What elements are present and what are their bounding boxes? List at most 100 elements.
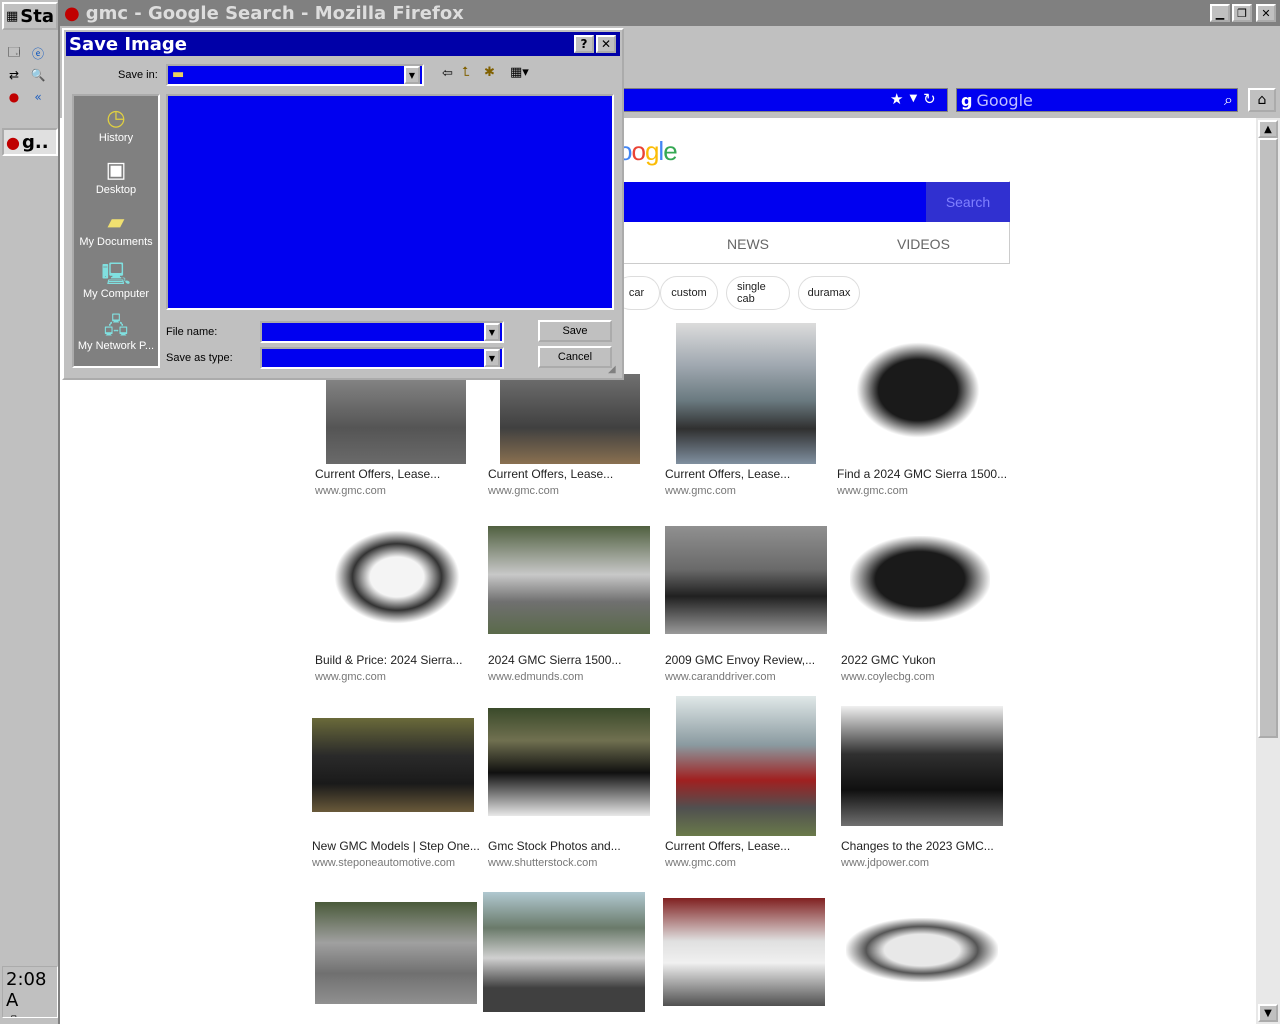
close-window-button[interactable]: ✕	[1256, 4, 1276, 22]
place-desktop[interactable]: ▣ Desktop	[74, 152, 158, 204]
cancel-button[interactable]: Cancel	[538, 346, 612, 368]
bookmark-star-icon[interactable]: ★	[890, 90, 903, 108]
chevron-down-icon[interactable]: ▼	[404, 66, 420, 84]
place-label: My Computer	[82, 288, 150, 300]
firefox-icon: ●	[6, 132, 20, 152]
tab-videos[interactable]: VIDEOS	[897, 236, 950, 252]
file-list[interactable]	[166, 94, 614, 310]
result-image[interactable]	[676, 323, 816, 464]
dropdown-icon[interactable]: ▼	[909, 90, 917, 108]
google-search-input[interactable]	[620, 182, 926, 222]
place-label: History	[98, 132, 134, 144]
place-my-documents[interactable]: ▰ My Documents	[74, 204, 158, 256]
scroll-up-button[interactable]: ▲	[1258, 120, 1278, 138]
view-menu-icon[interactable]: ▦▾	[510, 65, 529, 80]
back-icon[interactable]: ⇦	[442, 66, 453, 81]
save-as-type-label: Save as type:	[166, 352, 233, 364]
result-caption[interactable]: 2024 GMC Sierra 1500...	[488, 653, 621, 667]
result-caption[interactable]: Current Offers, Lease...	[315, 467, 440, 481]
result-caption[interactable]: Build & Price: 2024 Sierra...	[315, 653, 462, 667]
start-label: Sta	[20, 5, 55, 27]
up-folder-icon[interactable]: ⮤	[462, 65, 470, 80]
restore-button[interactable]: ❐	[1232, 4, 1252, 22]
result-domain: www.edmunds.com	[488, 671, 584, 683]
result-image[interactable]	[841, 706, 1003, 826]
result-caption[interactable]: New GMC Models | Step One...	[312, 839, 480, 853]
result-caption[interactable]: 2009 GMC Envoy Review,...	[665, 653, 815, 667]
save-as-type-dropdown[interactable]	[260, 347, 504, 369]
file-name-input[interactable]	[260, 321, 504, 343]
result-caption[interactable]: Changes to the 2023 GMC...	[841, 839, 994, 853]
result-caption[interactable]: Current Offers, Lease...	[665, 839, 790, 853]
search-computer-icon[interactable]: 🔍	[28, 66, 48, 84]
result-image[interactable]	[315, 902, 477, 1004]
result-image[interactable]	[334, 530, 460, 624]
result-image[interactable]	[500, 374, 640, 464]
place-my-network[interactable]: 🖧 My Network P...	[74, 308, 158, 360]
result-image[interactable]	[850, 536, 990, 622]
show-desktop-icon[interactable]: 🗔	[4, 44, 24, 62]
save-in-dropdown[interactable]: ▬	[166, 64, 424, 86]
firefox-quicklaunch-icon[interactable]: ●	[4, 88, 24, 106]
save-image-dialog: Save Image ? ✕ Save in: ▬ ▼ ⇦ ⮤ ✱ ▦▾ ◷ H…	[62, 28, 624, 380]
result-caption[interactable]: Current Offers, Lease...	[488, 467, 613, 481]
url-bar-icons: ★ ▼ ↻	[890, 90, 936, 108]
save-button[interactable]: Save	[538, 320, 612, 342]
result-caption[interactable]: Find a 2024 GMC Sierra 1500...	[837, 467, 1007, 481]
scroll-down-button[interactable]: ▼	[1258, 1004, 1278, 1022]
place-history[interactable]: ◷ History	[74, 100, 158, 152]
internet-explorer-icon[interactable]: ⓔ	[28, 44, 48, 62]
result-domain: www.gmc.com	[488, 485, 559, 497]
result-domain: www.gmc.com	[315, 671, 386, 683]
network-icon[interactable]: ⇄	[4, 66, 24, 84]
documents-folder-icon: ▰	[107, 209, 125, 234]
result-image[interactable]	[488, 708, 650, 816]
search-bar[interactable]: g Google ⌕	[956, 88, 1238, 112]
taskbar-item-firefox[interactable]: ● g..	[2, 128, 58, 156]
result-domain: www.gmc.com	[315, 485, 386, 497]
search-icon[interactable]: ⌕	[1224, 90, 1233, 110]
result-image[interactable]	[676, 696, 816, 836]
help-button[interactable]: ?	[574, 35, 594, 53]
clock: 2:08 A	[6, 969, 47, 1011]
start-button[interactable]: ▦ Sta	[2, 2, 58, 30]
result-image[interactable]	[665, 526, 827, 634]
place-label: Desktop	[95, 184, 137, 196]
result-caption[interactable]: Current Offers, Lease...	[665, 467, 790, 481]
result-caption[interactable]: 2022 GMC Yukon	[841, 653, 936, 667]
back-arrow-icon[interactable]: «	[28, 88, 48, 106]
google-search-button[interactable]: Search	[926, 182, 1010, 222]
resize-grip-icon[interactable]: ◢	[608, 364, 616, 375]
home-icon: ⌂	[1257, 92, 1267, 108]
chevron-down-icon[interactable]: ▼	[484, 349, 500, 367]
new-folder-icon[interactable]: ✱	[484, 65, 495, 80]
result-image[interactable]	[488, 526, 650, 634]
scroll-thumb[interactable]	[1258, 138, 1278, 738]
chip-duramax[interactable]: duramax	[798, 276, 860, 310]
chip-custom[interactable]: custom	[660, 276, 718, 310]
taskbar: ▦ Sta 🗔 ⓔ ⇄ 🔍 ● « ● g.. 2:08 A 🖧 ⚙	[0, 0, 60, 1024]
result-image[interactable]	[856, 342, 980, 438]
chip-single-cab[interactable]: single cab	[726, 276, 790, 310]
google-engine-icon[interactable]: g	[961, 91, 972, 110]
chevron-down-icon[interactable]: ▼	[484, 323, 500, 341]
google-logo[interactable]: oogle	[618, 136, 678, 167]
scheduler-tray-icon[interactable]: ⚙	[26, 1016, 39, 1017]
result-image[interactable]	[663, 898, 825, 1006]
close-dialog-button[interactable]: ✕	[596, 35, 616, 53]
windows-logo-icon: ▦	[6, 8, 19, 24]
result-image[interactable]	[846, 918, 998, 982]
result-image[interactable]	[483, 892, 645, 1012]
minimize-button[interactable]: ▁	[1210, 4, 1230, 22]
taskbar-item-label: g..	[21, 131, 49, 153]
result-image[interactable]	[312, 718, 474, 812]
tab-news[interactable]: NEWS	[727, 236, 769, 252]
window-title: gmc - Google Search - Mozilla Firefox	[85, 2, 464, 24]
home-button[interactable]: ⌂	[1248, 88, 1276, 112]
result-caption[interactable]: Gmc Stock Photos and...	[488, 839, 621, 853]
folder-icon: ▬	[172, 67, 185, 82]
network-tray-icon[interactable]: 🖧	[6, 1016, 22, 1017]
place-my-computer[interactable]: 🖳 My Computer	[74, 256, 158, 308]
reload-icon[interactable]: ↻	[923, 90, 936, 108]
result-image[interactable]	[326, 374, 466, 464]
